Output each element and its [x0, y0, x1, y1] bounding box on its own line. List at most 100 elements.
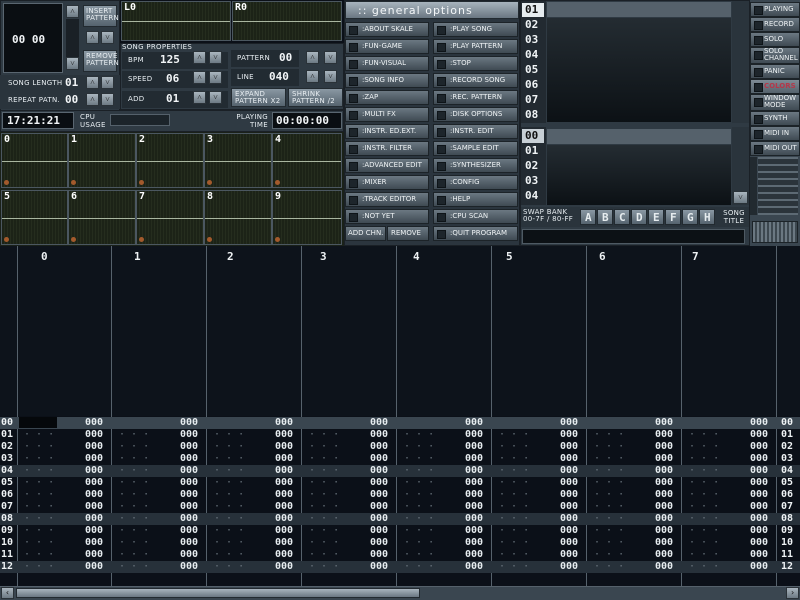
zap-button[interactable]: :ZAP: [345, 90, 429, 105]
advanced-edit-button[interactable]: :ADVANCED EDIT: [345, 158, 429, 173]
help-button[interactable]: :HELP: [433, 192, 518, 207]
scope-channel-7[interactable]: 7: [136, 190, 204, 245]
resize-grip[interactable]: [752, 221, 798, 243]
bank-button-d[interactable]: D: [631, 209, 647, 225]
solo-channel-button[interactable]: SOLO CHANNEL: [750, 47, 800, 64]
pattern-up[interactable]: ˄: [306, 51, 319, 64]
pattern-row[interactable]: 09 · · · 000 · · · 000 · · · 000 · · · 000 ·…: [0, 525, 800, 537]
pattern-row[interactable]: 06 · · · 000 · · · 000 · · · 000 · · · 000 ·…: [0, 489, 800, 501]
instr-ed-ext-button[interactable]: :INSTR. ED.EXT.: [345, 124, 429, 139]
scope-channel-3[interactable]: 3: [204, 133, 272, 188]
bank-button-g[interactable]: G: [682, 209, 698, 225]
add-down[interactable]: ˅: [209, 91, 222, 104]
instrument-number[interactable]: 05: [525, 63, 538, 76]
add-up[interactable]: ˄: [193, 91, 206, 104]
swap-bank-label[interactable]: SWAP BANK 00-7F / 80-FF: [523, 209, 579, 223]
sample-edit-button[interactable]: :SAMPLE EDIT: [433, 141, 518, 156]
cpu-scan-button[interactable]: :CPU SCAN: [433, 209, 518, 224]
not-yet-button[interactable]: :NOT YET: [345, 209, 429, 224]
instr-edit-button[interactable]: :INSTR. EDIT: [433, 124, 518, 139]
sample-number[interactable]: 01: [525, 144, 538, 157]
scope-channel-1[interactable]: 1: [68, 133, 136, 188]
instrument-number[interactable]: 04: [525, 48, 538, 61]
sample-number[interactable]: 04: [525, 189, 538, 202]
about-skale-button[interactable]: :ABOUT SKALE: [345, 22, 429, 37]
scroll-right-arrow[interactable]: ›: [786, 587, 799, 599]
colors-button[interactable]: COLORS: [750, 79, 800, 94]
sample-number[interactable]: 00: [525, 129, 538, 142]
mixer-button[interactable]: :MIXER: [345, 175, 429, 190]
channel-header[interactable]: 4: [413, 250, 420, 263]
scroll-thumb[interactable]: [16, 588, 420, 598]
sample-number[interactable]: 03: [525, 174, 538, 187]
track-editor-button[interactable]: :TRACK EDITOR: [345, 192, 429, 207]
rec-pattern-button[interactable]: :REC. PATTERN: [433, 90, 518, 105]
quit-program-button[interactable]: :QUIT PROGRAM: [433, 226, 518, 241]
bank-button-b[interactable]: B: [597, 209, 613, 225]
bank-button-f[interactable]: F: [665, 209, 681, 225]
pattern-row[interactable]: 02 · · · 000 · · · 000 · · · 000 · · · 000 ·…: [0, 441, 800, 453]
repeat-up[interactable]: ˄: [86, 93, 99, 106]
remove-channel-button[interactable]: REMOVE: [387, 226, 429, 241]
bank-button-c[interactable]: C: [614, 209, 630, 225]
midi-out-button[interactable]: MIDI OUT: [750, 141, 800, 156]
position-down-arrow[interactable]: ˅: [66, 57, 79, 70]
panic-button[interactable]: PANIC: [750, 64, 800, 79]
channel-header[interactable]: 6: [599, 250, 606, 263]
instrument-number[interactable]: 06: [525, 78, 538, 91]
scope-channel-0[interactable]: 0: [1, 133, 68, 188]
instrument-name-header[interactable]: [547, 2, 731, 17]
synthesizer-button[interactable]: :SYNTHESIZER: [433, 158, 518, 173]
scroll-left-arrow[interactable]: ‹: [1, 587, 14, 599]
bank-button-a[interactable]: A: [580, 209, 596, 225]
position-scroll-track[interactable]: [66, 19, 79, 57]
insert-up-arrow[interactable]: ˄: [86, 31, 99, 44]
bank-button-h[interactable]: H: [699, 209, 715, 225]
scope-channel-9[interactable]: 9: [272, 190, 342, 245]
channel-header[interactable]: 1: [134, 250, 141, 263]
instrument-number[interactable]: 08: [525, 108, 538, 121]
instrument-scrollbar[interactable]: [732, 1, 749, 123]
channel-header[interactable]: 0: [41, 250, 48, 263]
song-title-input[interactable]: [522, 229, 745, 244]
scope-channel-6[interactable]: 6: [68, 190, 136, 245]
sample-number[interactable]: 02: [525, 159, 538, 172]
pattern-row[interactable]: 08 · · · 000 · · · 000 · · · 000 · · · 000 ·…: [0, 513, 800, 525]
song-info-button[interactable]: :SONG INFO: [345, 73, 429, 88]
record-song-button[interactable]: :RECORD SONG: [433, 73, 518, 88]
stop-button[interactable]: :STOP: [433, 56, 518, 71]
disk-options-button[interactable]: :DISK OPTIONS: [433, 107, 518, 122]
scope-channel-2[interactable]: 2: [136, 133, 204, 188]
window-mode-button[interactable]: WINDOW MODE: [750, 94, 800, 111]
line-down[interactable]: ˅: [324, 70, 337, 83]
edit-cursor[interactable]: [19, 417, 57, 428]
scope-channel-4[interactable]: 4: [272, 133, 342, 188]
pattern-row[interactable]: 05 · · · 000 · · · 000 · · · 000 · · · 000 ·…: [0, 477, 800, 489]
speed-down[interactable]: ˅: [209, 71, 222, 84]
line-up[interactable]: ˄: [306, 70, 319, 83]
instrument-number[interactable]: 02: [525, 18, 538, 31]
pattern-row-current[interactable]: 00 000 000 000 000 000 000 000 000 00: [0, 417, 800, 429]
multi-fx-button[interactable]: :MULTI FX: [345, 107, 429, 122]
scope-channel-8[interactable]: 8: [204, 190, 272, 245]
pattern-row[interactable]: 03 · · · 000 · · · 000 · · · 000 · · · 000 ·…: [0, 453, 800, 465]
insert-down-arrow[interactable]: ˅: [101, 31, 114, 44]
bank-button-e[interactable]: E: [648, 209, 664, 225]
sample-scroll-down-arrow[interactable]: ˅: [733, 191, 748, 204]
sample-name-header[interactable]: [547, 129, 731, 144]
solo-button[interactable]: SOLO: [750, 32, 800, 47]
pattern-down[interactable]: ˅: [324, 51, 337, 64]
playing-button[interactable]: PLAYING: [750, 2, 800, 17]
speed-up[interactable]: ˄: [193, 71, 206, 84]
instr-filter-button[interactable]: :INSTR. FILTER: [345, 141, 429, 156]
synth-button[interactable]: SYNTH: [750, 111, 800, 126]
play-pattern-button[interactable]: :PLAY PATTERN: [433, 39, 518, 54]
insert-pattern-button[interactable]: INSERT PATTERN: [83, 5, 119, 27]
add-channel-button[interactable]: ADD CHN.: [345, 226, 386, 241]
expand-pattern-button[interactable]: EXPAND PATTERN X2: [231, 88, 286, 107]
bpm-down[interactable]: ˅: [209, 51, 222, 64]
channel-header[interactable]: 5: [506, 250, 513, 263]
repeat-down[interactable]: ˅: [101, 93, 114, 106]
song-length-up[interactable]: ˄: [86, 76, 99, 89]
instrument-number[interactable]: 07: [525, 93, 538, 106]
